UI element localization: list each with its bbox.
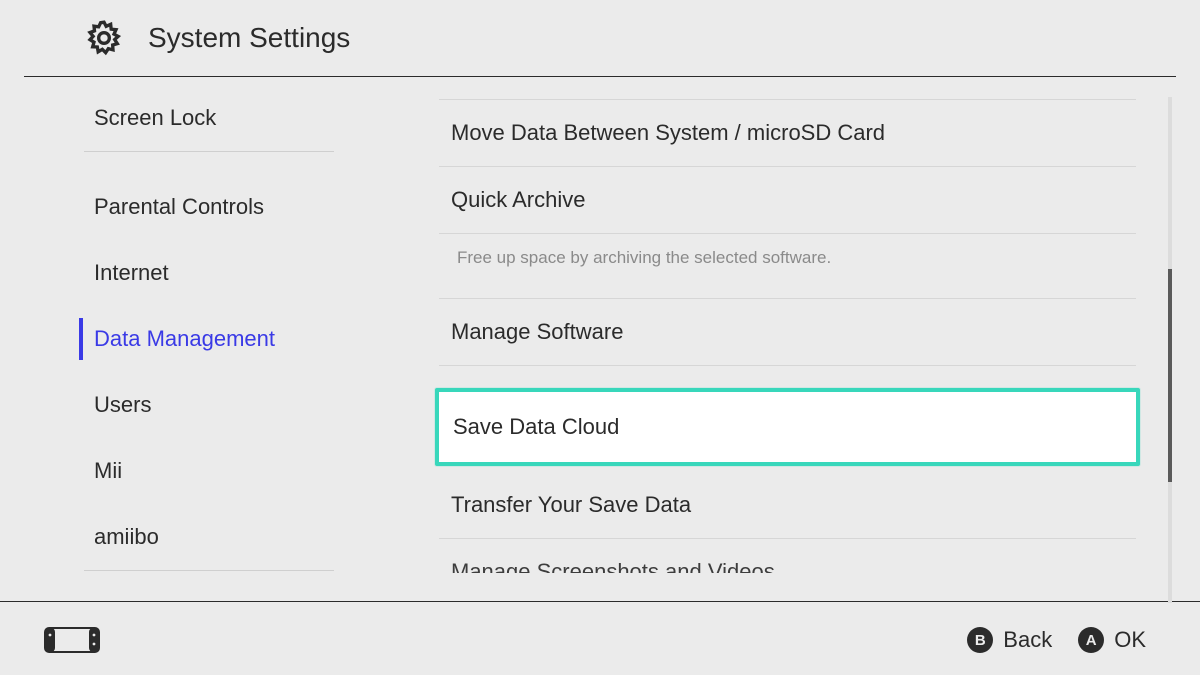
row-manage-software[interactable]: Manage Software [439, 298, 1136, 366]
row-manage-screenshots[interactable]: Manage Screenshots and Videos [439, 539, 1136, 573]
row-quick-archive[interactable]: Quick Archive [439, 167, 1136, 234]
row-label: Manage Screenshots and Videos [451, 559, 775, 573]
scrollbar[interactable] [1168, 97, 1172, 603]
sidebar-item-mii[interactable]: Mii [24, 438, 384, 504]
row-save-data-cloud[interactable]: Save Data Cloud [435, 388, 1140, 466]
back-label: Back [1003, 627, 1052, 653]
content-panel: Move Data Between System / microSD Card … [384, 77, 1176, 601]
footer: B Back A OK [24, 605, 1176, 675]
sidebar-item-users[interactable]: Users [24, 372, 384, 438]
controller-icon [44, 627, 100, 653]
ok-label: OK [1114, 627, 1146, 653]
sidebar-item-amiibo[interactable]: amiibo [24, 504, 384, 570]
row-label: Quick Archive [451, 187, 586, 212]
sidebar: Screen Lock Parental Controls Internet D… [24, 77, 384, 601]
sidebar-item-label: Internet [94, 260, 169, 285]
page-title: System Settings [148, 22, 350, 54]
sidebar-item-label: Screen Lock [94, 105, 216, 130]
row-label: Move Data Between System / microSD Card [451, 120, 885, 145]
sidebar-item-screen-lock[interactable]: Screen Lock [24, 85, 384, 151]
ok-button-hint[interactable]: A OK [1078, 627, 1146, 653]
sidebar-item-internet[interactable]: Internet [24, 240, 384, 306]
sidebar-item-data-management[interactable]: Data Management [24, 306, 384, 372]
scrollbar-thumb[interactable] [1168, 269, 1172, 482]
row-label: Manage Software [451, 319, 623, 344]
row-label: Save Data Cloud [453, 414, 619, 439]
row-description: Free up space by archiving the selected … [439, 234, 1136, 298]
sidebar-item-label: Parental Controls [94, 194, 264, 219]
back-button-hint[interactable]: B Back [967, 627, 1052, 653]
divider [84, 570, 334, 571]
row-transfer-save-data[interactable]: Transfer Your Save Data [439, 472, 1136, 539]
b-button-icon: B [967, 627, 993, 653]
sidebar-item-label: amiibo [94, 524, 159, 549]
sidebar-item-parental-controls[interactable]: Parental Controls [24, 174, 384, 240]
row-move-data[interactable]: Move Data Between System / microSD Card [439, 99, 1136, 167]
sidebar-item-label: Users [94, 392, 151, 417]
sidebar-item-label: Data Management [94, 326, 275, 351]
header: System Settings [24, 0, 1176, 77]
gear-icon [84, 18, 124, 58]
row-label: Transfer Your Save Data [451, 492, 691, 517]
sidebar-item-label: Mii [94, 458, 122, 483]
a-button-icon: A [1078, 627, 1104, 653]
